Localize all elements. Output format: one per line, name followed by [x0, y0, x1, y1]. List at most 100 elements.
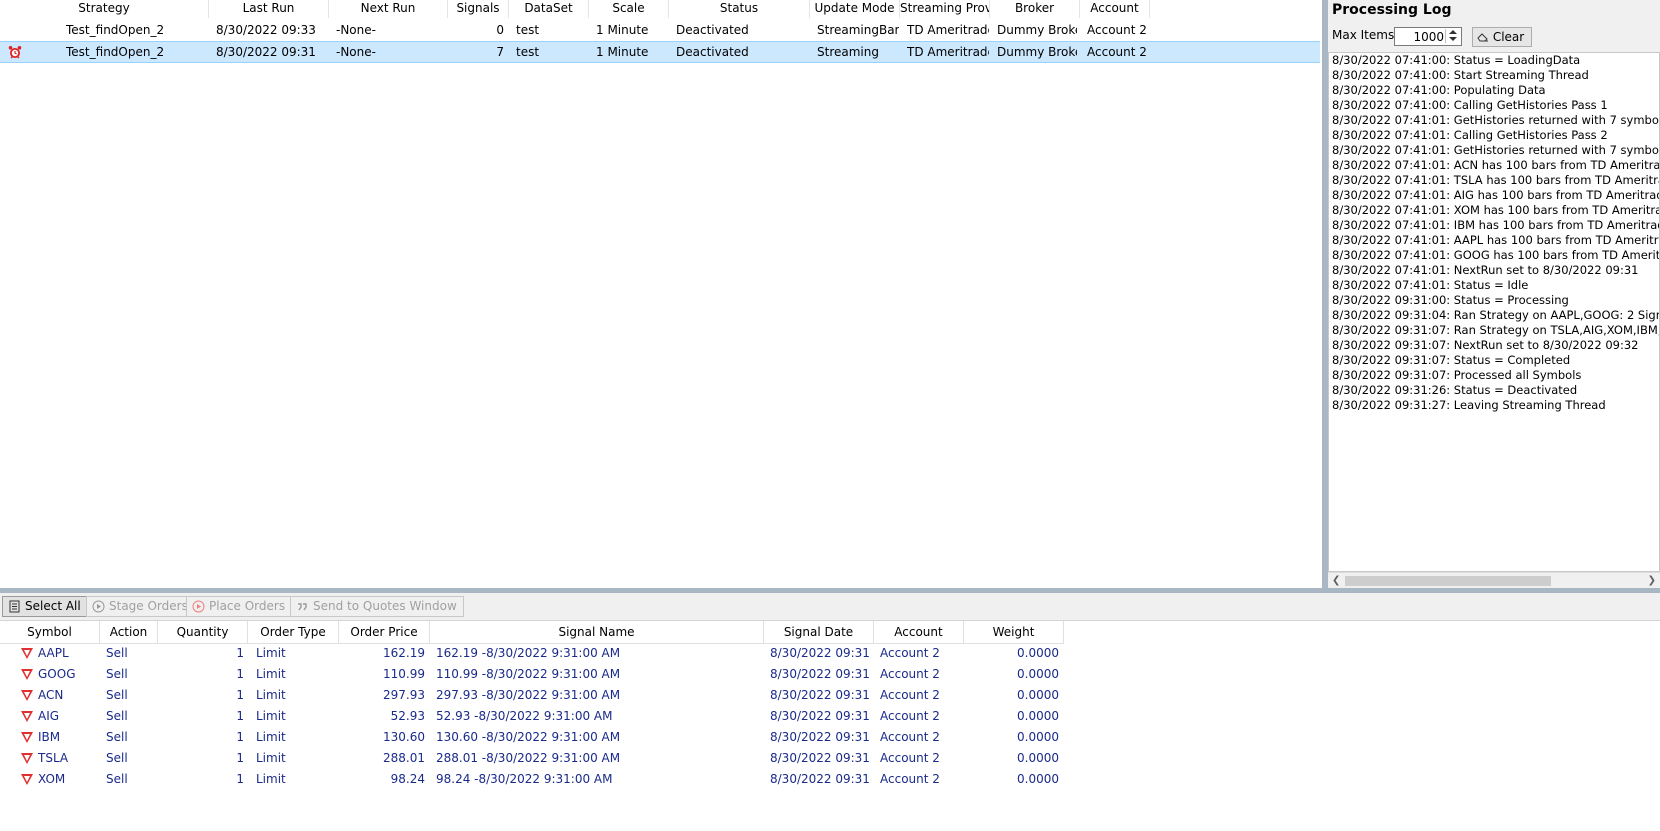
- order-row[interactable]: AIG Sell 1 Limit 52.93 52.93 -8/30/2022 …: [0, 706, 1064, 727]
- order-type: Limit: [256, 646, 286, 660]
- alarm-clock-icon: [8, 45, 22, 59]
- log-line: 8/30/2022 07:41:01: Calling GetHistories…: [1332, 128, 1608, 142]
- col-header-streaming-provider[interactable]: Streaming Provic: [900, 0, 990, 18]
- place-orders-button[interactable]: Place Orders: [186, 596, 293, 617]
- spin-up-icon[interactable]: [1445, 29, 1460, 36]
- col-header-signal-date[interactable]: Signal Date: [764, 621, 874, 643]
- order-account: Account 2: [880, 646, 940, 660]
- col-header-order-price[interactable]: Order Price: [339, 621, 430, 643]
- col-header-symbol[interactable]: Symbol: [0, 621, 100, 643]
- col-header-action[interactable]: Action: [100, 621, 158, 643]
- col-header-account[interactable]: Account: [1080, 0, 1150, 18]
- log-list[interactable]: 8/30/2022 07:41:00: Status = LoadingData…: [1328, 52, 1660, 572]
- log-line: 8/30/2022 07:41:01: ACN has 100 bars fro…: [1332, 158, 1660, 172]
- order-type: Limit: [256, 688, 286, 702]
- scroll-left-icon[interactable]: ❮: [1332, 576, 1340, 586]
- log-line: 8/30/2022 07:41:01: GetHistories returne…: [1332, 143, 1660, 157]
- order-price: 98.24: [390, 772, 425, 786]
- order-row[interactable]: TSLA Sell 1 Limit 288.01 288.01 -8/30/20…: [0, 748, 1064, 769]
- order-symbol: AIG: [38, 709, 60, 723]
- broker: Dummy Broker: [997, 23, 1077, 37]
- col-header-signals[interactable]: Signals: [448, 0, 509, 18]
- sell-down-triangle-icon: [21, 711, 33, 722]
- order-symbol: XOM: [38, 772, 66, 786]
- log-horizontal-scrollbar[interactable]: ❮ ❯: [1328, 572, 1660, 589]
- clear-label: Clear: [1492, 30, 1525, 44]
- signal-date: 8/30/2022 09:31: [770, 772, 870, 786]
- strategies-grid[interactable]: Strategy Last Run Next Run Signals DataS…: [0, 0, 1322, 588]
- order-action: Sell: [106, 751, 128, 765]
- order-account: Account 2: [880, 688, 940, 702]
- order-row[interactable]: XOM Sell 1 Limit 98.24 98.24 -8/30/2022 …: [0, 769, 1064, 790]
- processing-log-title: Processing Log: [1332, 2, 1452, 18]
- col-header-scale[interactable]: Scale: [589, 0, 669, 18]
- max-items-spin[interactable]: [1445, 29, 1460, 44]
- col-header-order-type[interactable]: Order Type: [248, 621, 339, 643]
- col-header-dataset[interactable]: DataSet: [509, 0, 589, 18]
- quotes-icon: [296, 600, 309, 613]
- col-header-signal-name[interactable]: Signal Name: [430, 621, 764, 643]
- max-items-input[interactable]: [1396, 29, 1444, 44]
- sell-down-triangle-icon: [21, 774, 33, 785]
- col-header-quantity[interactable]: Quantity: [158, 621, 248, 643]
- signal-name: 130.60 -8/30/2022 9:31:00 AM: [436, 730, 621, 744]
- next-run: -None-: [336, 45, 376, 59]
- max-items-label: Max Items:: [1332, 28, 1399, 42]
- log-line: 8/30/2022 07:41:01: Status = Idle: [1332, 278, 1529, 292]
- clear-log-button[interactable]: Clear: [1472, 27, 1532, 47]
- order-row[interactable]: IBM Sell 1 Limit 130.60 130.60 -8/30/202…: [0, 727, 1064, 748]
- broker: Dummy Broker: [997, 45, 1077, 59]
- order-account: Account 2: [880, 751, 940, 765]
- order-action: Sell: [106, 646, 128, 660]
- scroll-thumb[interactable]: [1345, 576, 1551, 586]
- orders-toolbar: Select All Stage Orders Place Orders Sen…: [0, 593, 1660, 621]
- stage-orders-label: Stage Orders: [109, 599, 188, 613]
- log-line: 8/30/2022 09:31:07: Status = Completed: [1332, 353, 1571, 367]
- max-items-stepper[interactable]: [1394, 27, 1462, 46]
- stage-orders-button[interactable]: Stage Orders: [86, 596, 195, 617]
- order-account: Account 2: [880, 772, 940, 786]
- scroll-right-icon[interactable]: ❯: [1648, 576, 1656, 586]
- processing-log-panel: Processing Log Max Items: Clear 8/30/202…: [1328, 0, 1660, 589]
- order-symbol: IBM: [38, 730, 61, 744]
- update-mode: StreamingBars: [817, 23, 899, 37]
- order-symbol: ACN: [38, 688, 64, 702]
- order-row[interactable]: GOOG Sell 1 Limit 110.99 110.99 -8/30/20…: [0, 664, 1064, 685]
- col-header-account[interactable]: Account: [874, 621, 964, 643]
- orders-grid[interactable]: Symbol Action Quantity Order Type Order …: [0, 621, 1660, 831]
- col-header-update-mode[interactable]: Update Mode: [810, 0, 900, 18]
- col-header-strategy[interactable]: Strategy: [0, 0, 209, 18]
- next-run: -None-: [336, 23, 376, 37]
- col-header-next-run[interactable]: Next Run: [329, 0, 448, 18]
- col-header-last-run[interactable]: Last Run: [209, 0, 329, 18]
- col-header-weight[interactable]: Weight: [964, 621, 1064, 643]
- log-line: 8/30/2022 07:41:01: GetHistories returne…: [1332, 113, 1660, 127]
- send-to-quotes-label: Send to Quotes Window: [313, 599, 457, 613]
- order-action: Sell: [106, 688, 128, 702]
- order-action: Sell: [106, 667, 128, 681]
- col-header-broker[interactable]: Broker: [990, 0, 1080, 18]
- log-line: 8/30/2022 09:31:26: Status = Deactivated: [1332, 383, 1578, 397]
- send-to-quotes-button[interactable]: Send to Quotes Window: [290, 596, 464, 617]
- spin-down-icon[interactable]: [1445, 36, 1460, 43]
- order-weight: 0.0000: [1017, 772, 1059, 786]
- account: Account 2: [1087, 45, 1147, 59]
- strategy-row-selected[interactable]: Test_findOpen_2 8/30/2022 09:31 -None- 7…: [0, 41, 1320, 63]
- order-weight: 0.0000: [1017, 667, 1059, 681]
- signal-date: 8/30/2022 09:31: [770, 709, 870, 723]
- stage-orders-icon: [92, 600, 105, 613]
- account: Account 2: [1087, 23, 1147, 37]
- log-line: 8/30/2022 07:41:00: Populating Data: [1332, 83, 1546, 97]
- update-mode: Streaming: [817, 45, 879, 59]
- order-symbol: AAPL: [38, 646, 69, 660]
- log-line: 8/30/2022 09:31:27: Leaving Streaming Th…: [1332, 398, 1606, 412]
- order-row[interactable]: AAPL Sell 1 Limit 162.19 162.19 -8/30/20…: [0, 643, 1064, 664]
- sell-down-triangle-icon: [21, 690, 33, 701]
- order-account: Account 2: [880, 730, 940, 744]
- select-all-button[interactable]: Select All: [2, 596, 88, 617]
- log-line: 8/30/2022 07:41:00: Start Streaming Thre…: [1332, 68, 1589, 82]
- col-header-status[interactable]: Status: [669, 0, 810, 18]
- order-row[interactable]: ACN Sell 1 Limit 297.93 297.93 -8/30/202…: [0, 685, 1064, 706]
- strategy-row[interactable]: Test_findOpen_2 8/30/2022 09:33 -None- 0…: [0, 19, 1320, 41]
- order-quantity: 1: [236, 667, 244, 681]
